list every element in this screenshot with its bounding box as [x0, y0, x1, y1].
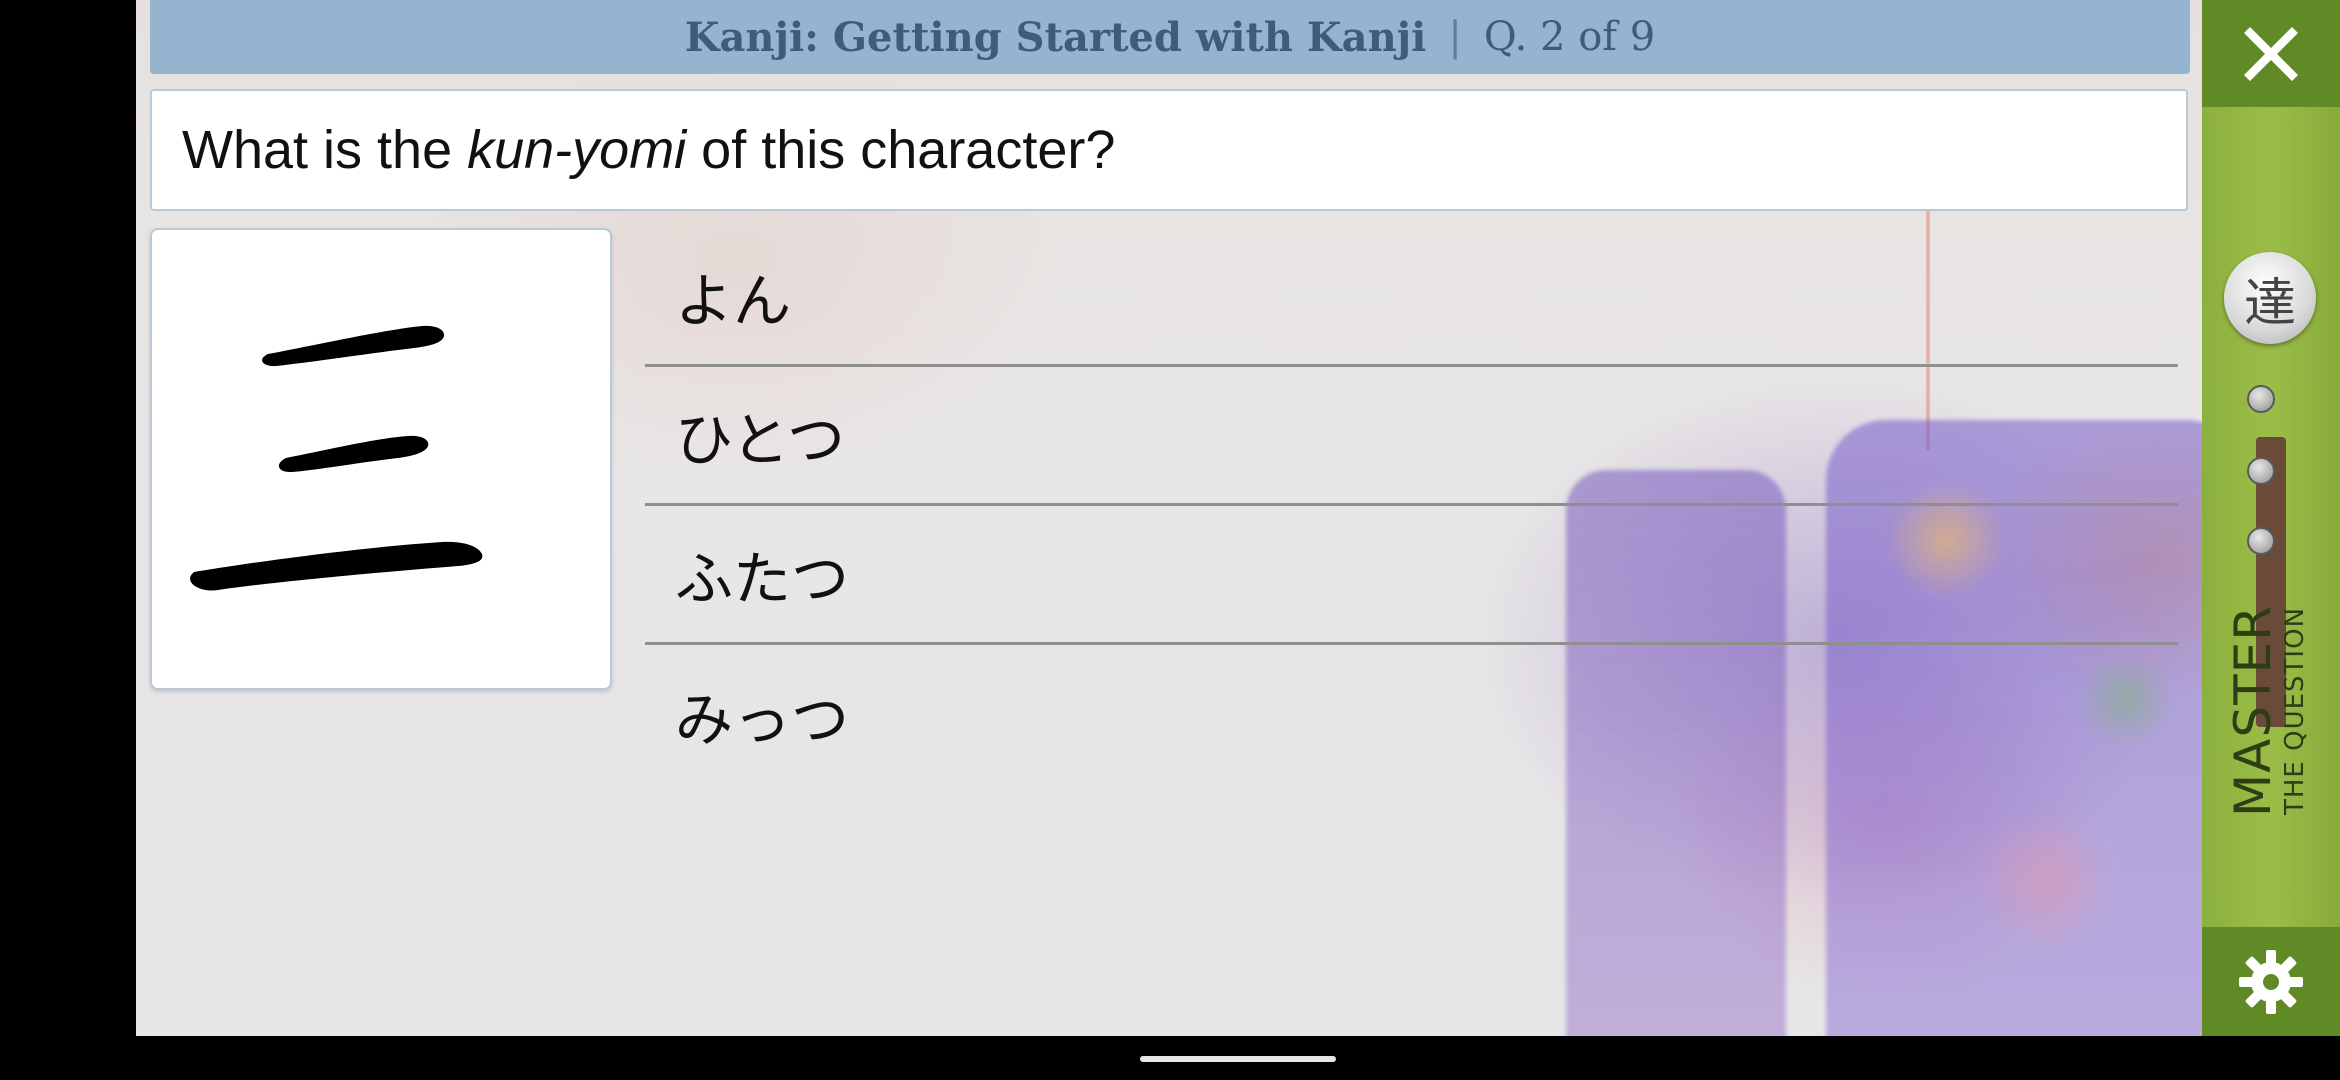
title-bar: Kanji: Getting Started with Kanji | Q. 2…	[150, 0, 2190, 74]
master-sublabel: THE QUESTION	[2280, 606, 2310, 815]
master-knob[interactable]: 達	[2224, 252, 2316, 344]
master-label: MASTER	[2224, 605, 2282, 817]
right-sidebar: 達 MASTER THE QUESTION	[2202, 0, 2340, 1036]
close-button[interactable]	[2202, 0, 2340, 107]
mastery-step-1	[2247, 385, 2275, 413]
answer-option-1[interactable]: よん	[645, 228, 2178, 367]
app-root: Kanji: Getting Started with Kanji | Q. 2…	[0, 0, 2340, 1080]
title-separator: |	[1448, 14, 1462, 60]
question-prefix: What is the	[182, 120, 468, 180]
question-progress: Q. 2 of 9	[1483, 14, 1656, 60]
answer-option-4[interactable]: みっつ	[645, 645, 2178, 784]
answer-option-3[interactable]: ふたつ	[645, 506, 2178, 645]
answer-list: よん ひとつ ふたつ みっつ	[645, 228, 2178, 784]
course-title: Kanji: Getting Started with Kanji	[684, 13, 1427, 61]
kanji-brush-glyph	[190, 325, 483, 591]
mastery-step-3	[2247, 527, 2275, 555]
home-indicator[interactable]	[1140, 1056, 1336, 1062]
question-emphasis: kun-yomi	[467, 120, 687, 180]
settings-button[interactable]	[2202, 927, 2340, 1036]
mastery-panel: 達 MASTER THE QUESTION	[2202, 107, 2340, 927]
answer-option-2[interactable]: ひとつ	[645, 367, 2178, 506]
question-suffix: of this character?	[686, 120, 1116, 180]
kanji-card	[150, 228, 612, 690]
mastery-step-2	[2247, 457, 2275, 485]
master-the-question-label[interactable]: MASTER THE QUESTION	[2220, 605, 2330, 827]
question-prompt: What is the kun-yomi of this character?	[150, 89, 2188, 211]
gear-icon	[2239, 949, 2303, 1014]
close-icon	[2244, 26, 2298, 81]
